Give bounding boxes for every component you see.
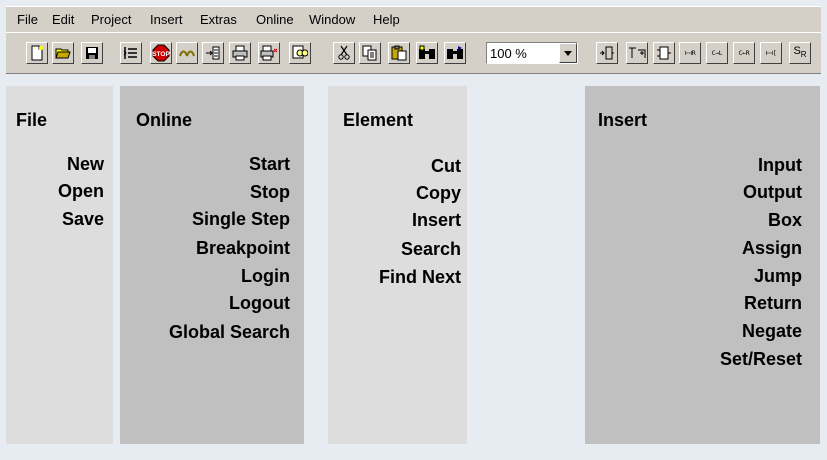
set-reset-icon[interactable]: SR — [789, 42, 811, 64]
menu-extras[interactable]: Extras — [200, 12, 237, 27]
menu-insert[interactable]: Insert — [150, 12, 183, 27]
insert-item-assign[interactable]: Assign — [742, 238, 802, 259]
element-panel: Element Cut Copy Insert Search Find Next — [328, 86, 467, 444]
file-item-open[interactable]: Open — [58, 181, 104, 202]
file-item-new[interactable]: New — [67, 154, 104, 175]
online-item-breakpoint[interactable]: Breakpoint — [196, 238, 290, 259]
insert-input-icon[interactable] — [596, 42, 618, 64]
file-panel: File New Open Save — [6, 86, 113, 444]
insert-coil-icon[interactable]: ⊢⊣R — [679, 42, 701, 64]
insert-contact-icon[interactable]: C→L — [706, 42, 728, 64]
new-document-icon[interactable] — [26, 42, 48, 64]
online-item-single-step[interactable]: Single Step — [192, 209, 290, 230]
zoom-value: 100 % — [490, 46, 527, 61]
online-item-login[interactable]: Login — [241, 266, 290, 287]
insert-item-negate[interactable]: Negate — [742, 321, 802, 342]
menu-help[interactable]: Help — [373, 12, 400, 27]
cut-icon[interactable] — [333, 42, 355, 64]
find-next-icon[interactable] — [444, 42, 466, 64]
element-item-cut[interactable]: Cut — [431, 156, 461, 177]
step-into-icon[interactable] — [202, 42, 224, 64]
panel-title-file: File — [16, 110, 48, 130]
online-item-logout[interactable]: Logout — [229, 293, 290, 314]
insert-item-input[interactable]: Input — [758, 155, 802, 176]
insert-block-icon[interactable] — [653, 42, 675, 64]
element-item-find-next[interactable]: Find Next — [379, 267, 461, 288]
insert-item-box[interactable]: Box — [768, 210, 802, 231]
element-item-copy[interactable]: Copy — [416, 183, 461, 204]
open-folder-icon[interactable] — [52, 42, 74, 64]
online-item-global-search[interactable]: Global Search — [169, 322, 290, 343]
insert-item-set-reset[interactable]: Set/Reset — [720, 349, 802, 370]
step-over-icon[interactable] — [176, 42, 198, 64]
stop-icon[interactable]: STOP — [150, 42, 172, 64]
svg-text:STOP: STOP — [152, 51, 170, 58]
insert-item-jump[interactable]: Jump — [754, 266, 802, 287]
chevron-down-icon[interactable] — [559, 43, 577, 63]
step-list-icon[interactable] — [120, 42, 142, 64]
insert-negated-contact-icon[interactable]: C←R — [733, 42, 755, 64]
file-item-save[interactable]: Save — [62, 209, 104, 230]
find-icon[interactable] — [289, 42, 311, 64]
insert-parallel-icon[interactable]: ⊢⊣[ — [760, 42, 782, 64]
insert-box-icon[interactable] — [626, 42, 648, 64]
panel-title-element: Element — [343, 110, 414, 130]
menu-window[interactable]: Window — [309, 12, 355, 27]
print-icon[interactable] — [229, 42, 251, 64]
copy-icon[interactable] — [359, 42, 381, 64]
menu-online[interactable]: Online — [256, 12, 294, 27]
online-panel: Online Start Stop Single Step Breakpoint… — [120, 86, 304, 444]
menu-file[interactable]: File — [17, 12, 38, 27]
online-item-stop[interactable]: Stop — [250, 182, 290, 203]
insert-item-return[interactable]: Return — [744, 293, 802, 314]
save-disk-icon[interactable] — [81, 42, 103, 64]
print-preview-icon[interactable] — [258, 42, 280, 64]
paste-icon[interactable] — [388, 42, 410, 64]
element-item-search[interactable]: Search — [401, 239, 461, 260]
menu-project[interactable]: Project — [91, 12, 131, 27]
insert-panel: Insert Input Output Box Assign Jump Retu… — [585, 86, 820, 444]
insert-item-output[interactable]: Output — [743, 182, 802, 203]
menu-edit[interactable]: Edit — [52, 12, 74, 27]
element-item-insert[interactable]: Insert — [412, 210, 461, 231]
panel-title-online: Online — [136, 110, 193, 130]
menu-bar: File Edit Project Insert Extras Online W… — [6, 6, 821, 32]
find-binoculars-icon[interactable] — [416, 42, 438, 64]
online-item-start[interactable]: Start — [249, 154, 290, 175]
toolbar: STOP 100 % ⊢⊣R C→L C←R ⊢⊣[SR — [6, 32, 821, 74]
zoom-dropdown[interactable]: 100 % — [486, 42, 578, 64]
panel-title-insert: Insert — [598, 110, 648, 130]
